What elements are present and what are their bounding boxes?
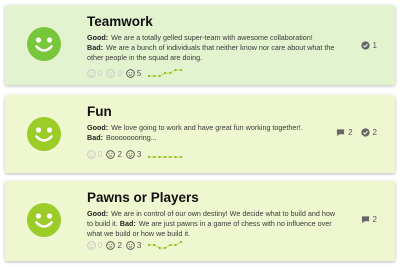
trend-point — [158, 155, 162, 159]
trend-point — [148, 243, 151, 247]
bad-label: Bad: — [87, 43, 103, 52]
card-description: Good: We are a totally gelled super-team … — [87, 33, 337, 63]
trend-point — [180, 155, 183, 159]
happy-vote[interactable]: 3 — [126, 150, 141, 159]
check-count-value: 1 — [372, 41, 377, 50]
check-circle-icon — [360, 41, 373, 50]
trend-point — [174, 243, 178, 247]
good-text: We are a totally gelled super-team with … — [111, 33, 313, 42]
sad-vote-count: 0 — [98, 68, 103, 78]
trend-point — [169, 243, 172, 247]
check-count[interactable]: 1 — [360, 41, 377, 50]
neutral-vote[interactable]: 0 — [106, 68, 122, 78]
good-text: We love going to work and have great fun… — [111, 123, 303, 132]
happy-vote-count: 3 — [136, 240, 142, 250]
bad-text: Boooooooring... — [105, 133, 157, 142]
vote-summary: 0 2 3 — [87, 239, 183, 251]
trend-point — [180, 68, 183, 72]
card-title: Teamwork — [87, 14, 153, 29]
neutral-vote[interactable]: 2 — [106, 149, 122, 159]
vote-summary: 0 0 5 — [87, 67, 183, 79]
bad-label: Bad: — [87, 133, 103, 142]
neutral-vote[interactable]: 2 — [106, 240, 122, 250]
card-title: Pawns or Players — [87, 190, 199, 205]
happy-small-icon — [126, 149, 137, 159]
bad-label: Bad: — [119, 219, 136, 228]
trend-sparkline-icon — [148, 155, 183, 159]
sad-face-icon — [87, 68, 98, 78]
happy-small-icon — [126, 68, 137, 78]
neutral-vote-count: 0 — [117, 68, 122, 78]
trend-point — [153, 243, 156, 247]
happy-vote[interactable]: 5 — [126, 69, 141, 78]
health-card-fun[interactable]: Fun Good: We love going to work and have … — [5, 95, 395, 173]
trend-point — [174, 68, 178, 72]
trend-sparkline-icon — [148, 240, 183, 250]
happy-vote-count: 5 — [136, 68, 142, 78]
card-description: Good: We love going to work and have grea… — [87, 123, 337, 143]
comment-count[interactable]: 2 — [361, 215, 377, 224]
trend-point — [164, 155, 167, 159]
check-circle-icon — [360, 128, 373, 137]
happy-small-icon — [126, 240, 137, 250]
trend-point — [148, 74, 151, 78]
health-card-pawns-or-players[interactable]: Pawns or Players Good: We are in control … — [5, 181, 395, 261]
trend-point — [158, 246, 162, 250]
sad-face-icon — [87, 240, 98, 250]
trend-point — [169, 71, 172, 75]
neutral-vote-count: 2 — [117, 149, 122, 159]
happy-face-icon — [27, 27, 61, 61]
neutral-face-icon — [106, 240, 117, 250]
check-count-value: 2 — [372, 128, 377, 137]
comment-count-value: 2 — [372, 215, 377, 224]
happy-face-icon — [27, 203, 61, 237]
good-label: Good: — [87, 123, 109, 132]
card-description: Good: We are in control of our own destin… — [87, 209, 337, 239]
trend-point — [158, 74, 162, 78]
sad-vote[interactable]: 0 — [87, 241, 102, 250]
happy-face-icon — [27, 117, 61, 151]
check-count[interactable]: 2 — [360, 128, 377, 137]
happy-vote-count: 3 — [136, 149, 142, 159]
trend-point — [164, 71, 167, 75]
bad-text: We are a bunch of individuals that neith… — [87, 43, 335, 62]
good-label: Good: — [87, 209, 109, 218]
trend-sparkline-icon — [148, 68, 183, 78]
trend-point — [169, 155, 172, 159]
health-card-teamwork[interactable]: Teamwork Good: We are a totally gelled su… — [5, 5, 395, 85]
card-meta: 2 2 — [328, 128, 377, 137]
comment-count[interactable]: 2 — [336, 128, 353, 137]
neutral-face-icon — [106, 68, 117, 78]
card-title: Fun — [87, 104, 112, 119]
sad-vote-count: 0 — [98, 149, 103, 159]
card-meta: 2 — [353, 215, 377, 224]
happy-vote[interactable]: 3 — [126, 241, 141, 250]
comment-count-value: 2 — [348, 128, 353, 137]
sad-vote-count: 0 — [98, 240, 103, 250]
neutral-face-icon — [106, 149, 117, 159]
trend-point — [153, 155, 156, 159]
trend-point — [153, 74, 156, 78]
comment-icon — [361, 215, 373, 224]
good-label: Good: — [87, 33, 109, 42]
card-meta: 1 — [353, 41, 377, 50]
trend-point — [164, 246, 167, 250]
trend-point — [174, 155, 178, 159]
sad-vote[interactable]: 0 — [87, 150, 102, 159]
comment-icon — [336, 128, 348, 137]
sad-face-icon — [87, 149, 98, 159]
neutral-vote-count: 2 — [117, 240, 122, 250]
vote-summary: 0 2 3 — [87, 148, 183, 160]
trend-point — [180, 240, 183, 244]
sad-vote[interactable]: 0 — [87, 69, 102, 78]
trend-point — [148, 155, 151, 159]
